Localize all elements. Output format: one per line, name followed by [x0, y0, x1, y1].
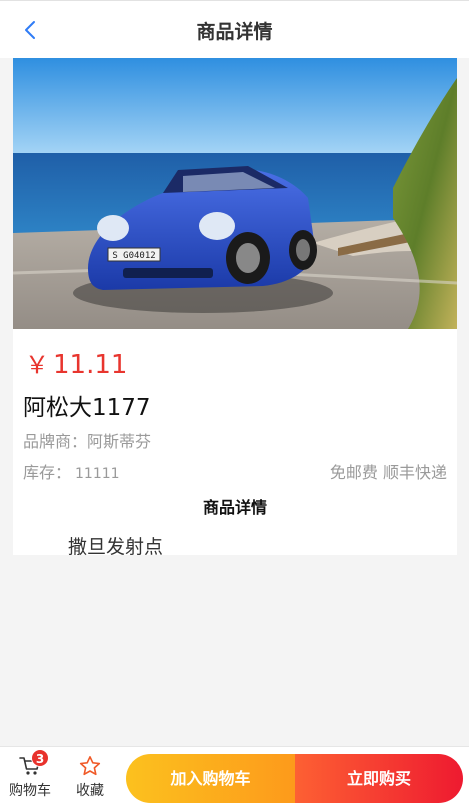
- favorite-label: 收藏: [76, 783, 104, 799]
- cart-count-badge: 3: [31, 749, 49, 767]
- stock-info: 库存： 11111: [23, 459, 120, 483]
- product-image: S G04012: [13, 58, 457, 329]
- product-card: S G04012 ￥ 11.11 阿松大1177 品牌商：阿斯蒂芬 库存： 1111…: [13, 58, 457, 558]
- navigation-bar: 商品详情: [0, 0, 469, 58]
- add-to-cart-button[interactable]: 加入购物车: [126, 754, 295, 803]
- details-heading: 商品详情: [202, 498, 267, 517]
- product-price: ￥ 11.11: [25, 345, 127, 380]
- brand-value: 阿斯蒂芬: [87, 432, 152, 451]
- brand-label: 品牌商：: [23, 432, 88, 451]
- page-title: 商品详情: [196, 21, 273, 43]
- buy-now-button[interactable]: 立即购买: [295, 754, 463, 803]
- shipping-info: 免邮费 顺丰快递: [329, 463, 447, 482]
- price-value: 11.11: [53, 350, 128, 380]
- bottom-action-bar: 3 购物车 收藏 加入购物车 立即购买: [0, 746, 469, 807]
- brand-info: 品牌商：阿斯蒂芬: [23, 428, 151, 452]
- cart-label: 购物车: [9, 783, 51, 799]
- cart-tab[interactable]: 3 购物车: [0, 749, 60, 800]
- currency-symbol: ￥: [25, 351, 49, 379]
- star-icon: [79, 756, 101, 776]
- stock-label: 库存：: [23, 463, 72, 482]
- details-body: 撒旦发射点: [68, 536, 164, 558]
- stock-value: 11111: [75, 466, 120, 482]
- product-name: 阿松大1177: [23, 395, 151, 421]
- svg-text:S G04012: S G04012: [112, 251, 155, 261]
- favorite-tab[interactable]: 收藏: [60, 755, 120, 800]
